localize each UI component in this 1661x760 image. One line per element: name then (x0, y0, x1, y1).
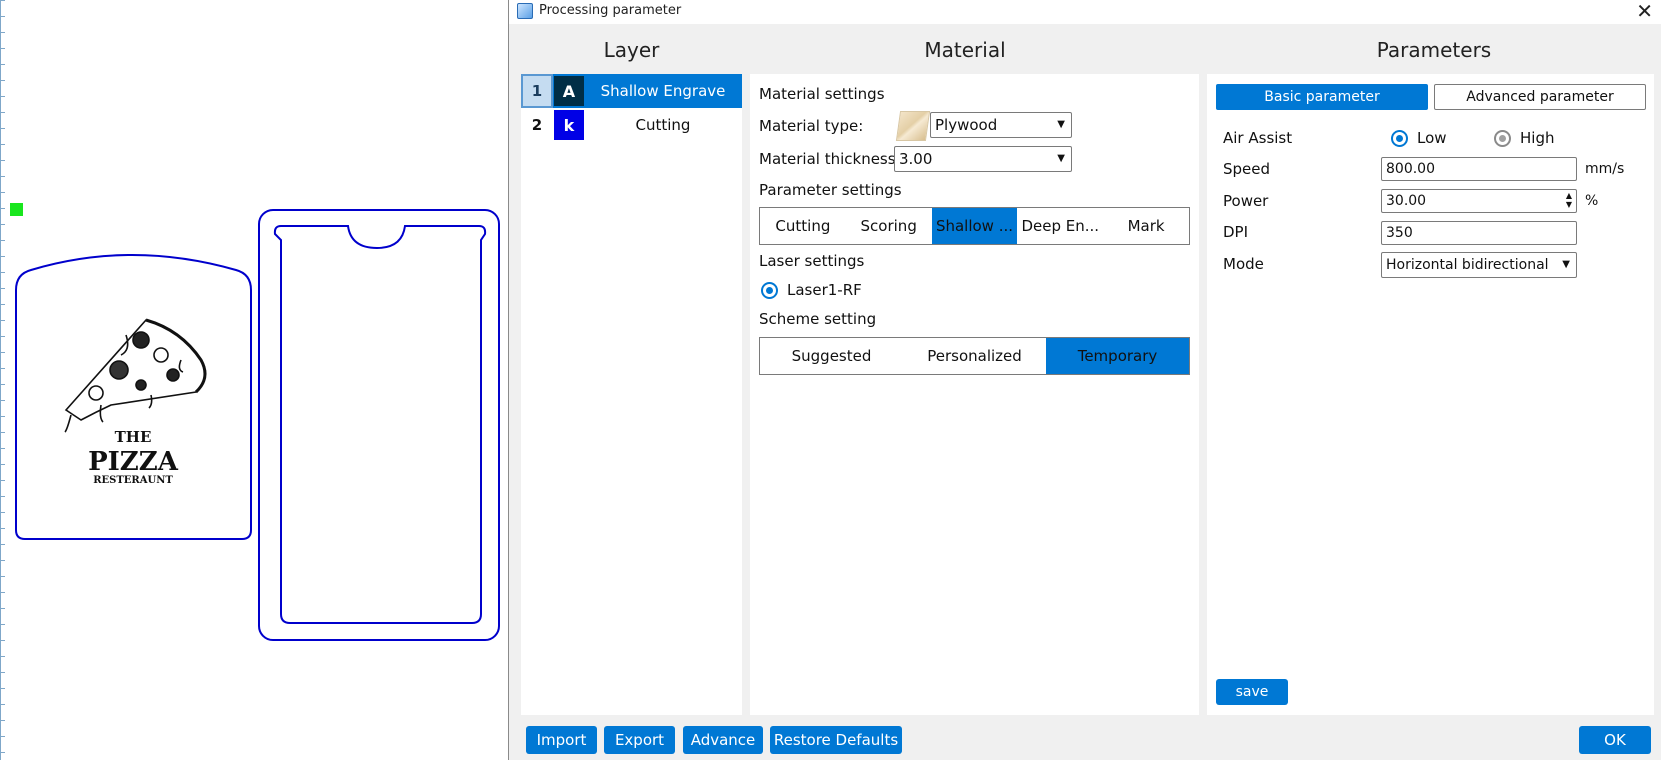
layer-name: Shallow Engrave (600, 82, 726, 100)
scheme-setting-label: Scheme setting (759, 310, 877, 328)
spinner-arrows-icon[interactable]: ▲ ▼ (1566, 191, 1572, 209)
tab-temporary[interactable]: Temporary (1046, 338, 1189, 374)
tab-advanced-parameter[interactable]: Advanced parameter (1434, 84, 1646, 110)
material-type-label: Material type: (759, 117, 864, 135)
material-heading: Material (924, 38, 1006, 62)
tab-scoring[interactable]: Scoring (846, 208, 932, 244)
app-icon (517, 3, 533, 19)
material-thickness-value: 3.00 (899, 150, 933, 168)
logo-pizza-text: PIZZA (88, 447, 179, 477)
radio-unselected-icon (1494, 129, 1511, 147)
speed-input[interactable]: 800.00 (1381, 157, 1577, 181)
mode-value: Horizontal bidirectional (1386, 257, 1549, 273)
tab-cutting[interactable]: Cutting (760, 208, 846, 244)
process-type-tabs: Cutting Scoring Shallow ... Deep En... M… (759, 207, 1190, 245)
radio-selected-icon (1391, 129, 1408, 147)
material-thickness-label: Material thickness: (759, 150, 901, 168)
air-assist-label: Air Assist (1223, 129, 1293, 147)
radio-selected-icon (761, 281, 778, 299)
material-type-select[interactable]: Plywood ▼ (930, 112, 1072, 138)
layer-heading: Layer (603, 38, 660, 62)
pizza-slice-icon (64, 318, 207, 433)
laser-option-label: Laser1-RF (787, 281, 862, 299)
layer-color-swatch: k (554, 110, 584, 140)
advance-button[interactable]: Advance (683, 726, 763, 754)
export-button[interactable]: Export (604, 726, 675, 754)
plywood-icon (895, 111, 931, 141)
layer-number: 1 (521, 74, 553, 108)
speed-unit: mm/s (1585, 161, 1625, 177)
logo-restaurant-text: RESTERAUNT (93, 475, 173, 486)
chevron-down-icon: ▼ (1057, 119, 1065, 130)
air-assist-high-radio[interactable]: High (1494, 129, 1554, 147)
dpi-input[interactable]: 350 (1381, 221, 1577, 245)
material-panel: Material settings Material type: Plywood… (750, 74, 1199, 715)
layer-panel: 1 A Shallow Engrave 2 k Cutting (521, 74, 742, 715)
logo-the-text: THE (115, 428, 152, 446)
right-board-inner (273, 225, 487, 624)
air-low-label: Low (1417, 129, 1447, 147)
layer-color-swatch: A (554, 76, 584, 106)
power-unit: % (1585, 193, 1599, 209)
import-button[interactable]: Import (526, 726, 597, 754)
restore-defaults-button[interactable]: Restore Defaults (770, 726, 902, 754)
title-bar: Processing parameter ✕ (509, 0, 1661, 24)
layer-row-1[interactable]: 1 A Shallow Engrave (521, 74, 742, 108)
chevron-down-icon: ▼ (1057, 153, 1065, 164)
chevron-down-icon: ▼ (1562, 259, 1570, 270)
parameters-heading: Parameters (1376, 38, 1492, 62)
ok-button[interactable]: OK (1579, 726, 1651, 754)
mode-select[interactable]: Horizontal bidirectional ▼ (1381, 252, 1577, 278)
laser-settings-label: Laser settings (759, 252, 865, 270)
close-icon[interactable]: ✕ (1636, 0, 1653, 23)
tab-basic-parameter[interactable]: Basic parameter (1216, 84, 1428, 110)
tab-shallow-engrave[interactable]: Shallow ... (931, 208, 1018, 244)
material-thickness-select[interactable]: 3.00 ▼ (894, 146, 1072, 172)
air-high-label: High (1520, 129, 1555, 147)
tab-personalized[interactable]: Personalized (903, 338, 1046, 374)
material-settings-label: Material settings (759, 85, 885, 103)
parameters-panel: Basic parameter Advanced parameter Air A… (1207, 74, 1654, 715)
speed-label: Speed (1223, 160, 1271, 178)
scheme-tabs: Suggested Personalized Temporary (759, 337, 1190, 375)
power-label: Power (1223, 192, 1269, 210)
tab-mark[interactable]: Mark (1103, 208, 1189, 244)
mode-label: Mode (1223, 255, 1264, 273)
parameter-settings-label: Parameter settings (759, 181, 902, 199)
tab-suggested[interactable]: Suggested (760, 338, 903, 374)
power-input[interactable]: 30.00 ▲ ▼ (1381, 189, 1577, 213)
tab-deep-engrave[interactable]: Deep En... (1017, 208, 1103, 244)
layer-number: 2 (531, 116, 543, 134)
canvas-shapes: THE PIZZA RESTERAUNT (15, 209, 500, 641)
processing-parameter-dialog: Processing parameter ✕ Layer Material Pa… (508, 0, 1661, 760)
dialog-title: Processing parameter (539, 3, 682, 18)
dpi-label: DPI (1223, 223, 1249, 241)
save-button[interactable]: save (1216, 679, 1288, 705)
material-type-value: Plywood (935, 116, 998, 134)
design-canvas[interactable]: THE PIZZA RESTERAUNT (0, 0, 508, 760)
layer-name: Cutting (635, 116, 691, 134)
laser-radio[interactable]: Laser1-RF (761, 281, 862, 299)
air-assist-low-radio[interactable]: Low (1391, 129, 1447, 147)
power-value: 30.00 (1386, 193, 1427, 209)
layer-row-2[interactable]: 2 k Cutting (521, 108, 742, 142)
right-board-outer (258, 209, 500, 641)
